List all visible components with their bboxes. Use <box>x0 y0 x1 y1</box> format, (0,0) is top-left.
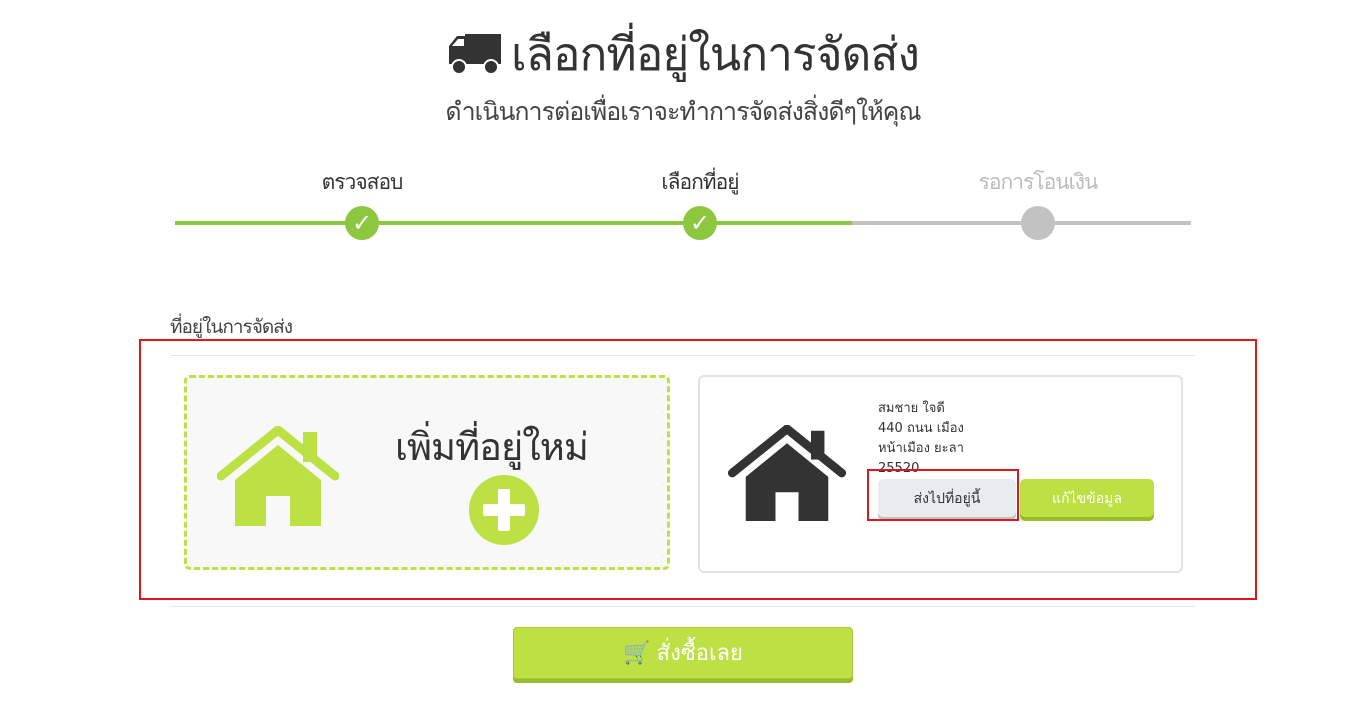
add-address-card[interactable]: เพิ่มที่อยู่ใหม่ <box>184 375 670 570</box>
section-label: ที่อยู่ในการจัดส่ง <box>170 316 293 338</box>
step-label-payment: รอการโอนเงิน <box>978 170 1099 194</box>
address-line1: 440 ถนน เมือง <box>878 421 964 436</box>
page-title: เลือกที่อยู่ในการจัดส่ง <box>0 18 1366 91</box>
progress-line-complete <box>175 221 852 225</box>
address-line2: หน้าเมือง ยะลา <box>878 441 964 456</box>
address-name: สมชาย ใจดี <box>878 401 945 416</box>
order-now-button[interactable]: 🛒 สั่งซื้อเลย <box>513 627 853 679</box>
home-icon <box>728 425 846 521</box>
check-icon: ✓ <box>683 206 717 240</box>
edit-address-button[interactable]: แก้ไขข้อมูล <box>1020 479 1154 517</box>
order-label: สั่งซื้อเลย <box>656 640 743 665</box>
page-subtitle: ดำเนินการต่อเพื่อเราจะทำการจัดส่งสิ่งดีๆ… <box>445 97 921 126</box>
divider <box>170 606 1195 607</box>
highlight-box <box>867 469 1019 521</box>
step-label-address: เลือกที่อยู่ <box>661 170 739 194</box>
check-icon: ✓ <box>345 206 379 240</box>
plus-icon[interactable] <box>469 475 539 545</box>
step-label-review: ตรวจสอบ <box>321 170 404 194</box>
title-text: เลือกที่อยู่ในการจัดส่ง <box>511 27 920 81</box>
pending-step-dot <box>1021 206 1055 240</box>
cart-icon: 🛒 <box>623 640 651 665</box>
home-icon <box>217 426 339 526</box>
truck-icon <box>449 34 502 75</box>
address-text: สมชาย ใจดี 440 ถนน เมือง หน้าเมือง ยะลา … <box>878 399 964 479</box>
add-address-label: เพิ่มที่อยู่ใหม่ <box>395 425 589 469</box>
